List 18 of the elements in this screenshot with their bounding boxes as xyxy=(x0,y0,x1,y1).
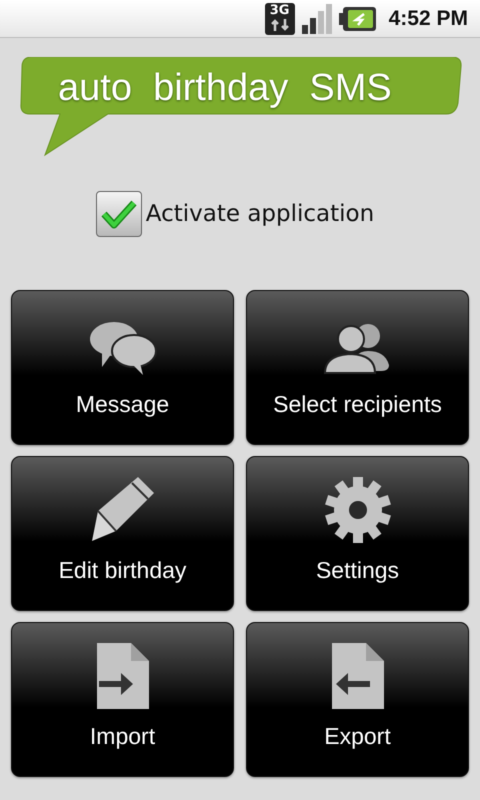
menu-tile-button[interactable]: Message xyxy=(11,290,234,445)
battery-icon xyxy=(338,6,377,32)
signal-icon xyxy=(300,2,333,34)
file-arrow-right-icon xyxy=(96,643,148,709)
pencil-icon xyxy=(90,475,156,543)
network-indicator: 3G xyxy=(264,2,295,34)
speech-bubbles-icon xyxy=(88,321,158,377)
clock: 4:52 PM xyxy=(388,6,468,30)
menu-tile-button[interactable]: Import xyxy=(11,622,234,777)
checkbox-label: Activate application xyxy=(146,201,374,227)
menu-tile-button[interactable]: Settings xyxy=(246,456,469,611)
menu-tile-button[interactable]: Export xyxy=(246,622,469,777)
menu-tile-button[interactable]: Select recipients xyxy=(246,290,469,445)
gear-icon xyxy=(324,477,390,543)
file-arrow-left-icon xyxy=(332,643,384,709)
app-title: auto birthday SMS xyxy=(58,67,392,110)
menu-tile-button[interactable]: Edit birthday xyxy=(11,456,234,611)
checkbox[interactable] xyxy=(96,191,142,237)
